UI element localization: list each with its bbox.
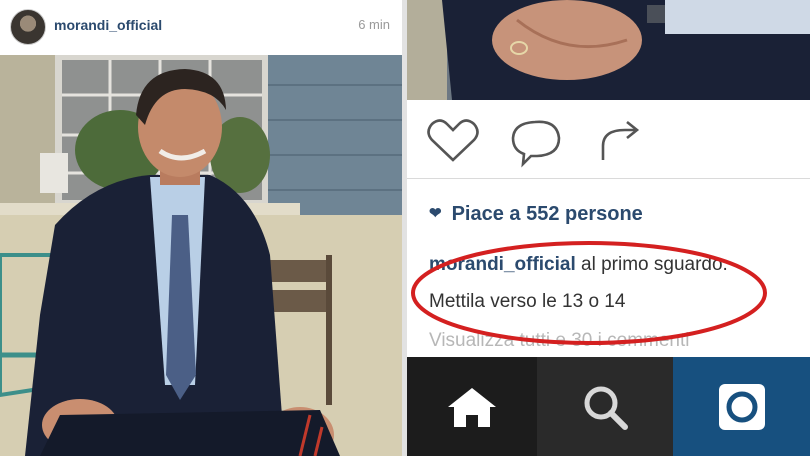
camera-icon: [718, 383, 765, 430]
heart-icon[interactable]: [427, 119, 479, 162]
post-time: 6 min: [358, 17, 390, 32]
likes-line[interactable]: ❤ Piace a 552 persone: [429, 203, 643, 226]
likes-count: Piace a 552 persone: [451, 203, 643, 225]
post-username[interactable]: morandi_official: [54, 17, 162, 33]
comment-bubble-icon[interactable]: [511, 120, 561, 168]
tab-search[interactable]: [537, 357, 673, 456]
bottom-tab-bar: [407, 357, 810, 456]
share-arrow-icon[interactable]: [601, 120, 640, 160]
tab-camera[interactable]: [673, 357, 810, 456]
avatar[interactable]: [10, 9, 46, 45]
right-post-panel: ❤ Piace a 552 persone morandi_official al…: [407, 0, 810, 456]
photo-crop-illustration: [407, 0, 810, 100]
post-photo-crop[interactable]: [407, 0, 810, 100]
left-post-panel: morandi_official 6 min: [0, 0, 402, 456]
post-actions: [407, 112, 810, 172]
post-photo[interactable]: [0, 55, 402, 456]
red-annotation-ellipse: [411, 241, 767, 345]
likes-heart-icon: ❤: [429, 205, 442, 222]
actions-icons: [427, 119, 640, 168]
tab-home[interactable]: [407, 357, 537, 456]
photo-illustration: [0, 55, 402, 456]
home-icon: [448, 387, 496, 427]
actions-divider: [407, 178, 810, 179]
post-header: morandi_official 6 min: [0, 0, 402, 55]
search-icon: [584, 386, 628, 430]
